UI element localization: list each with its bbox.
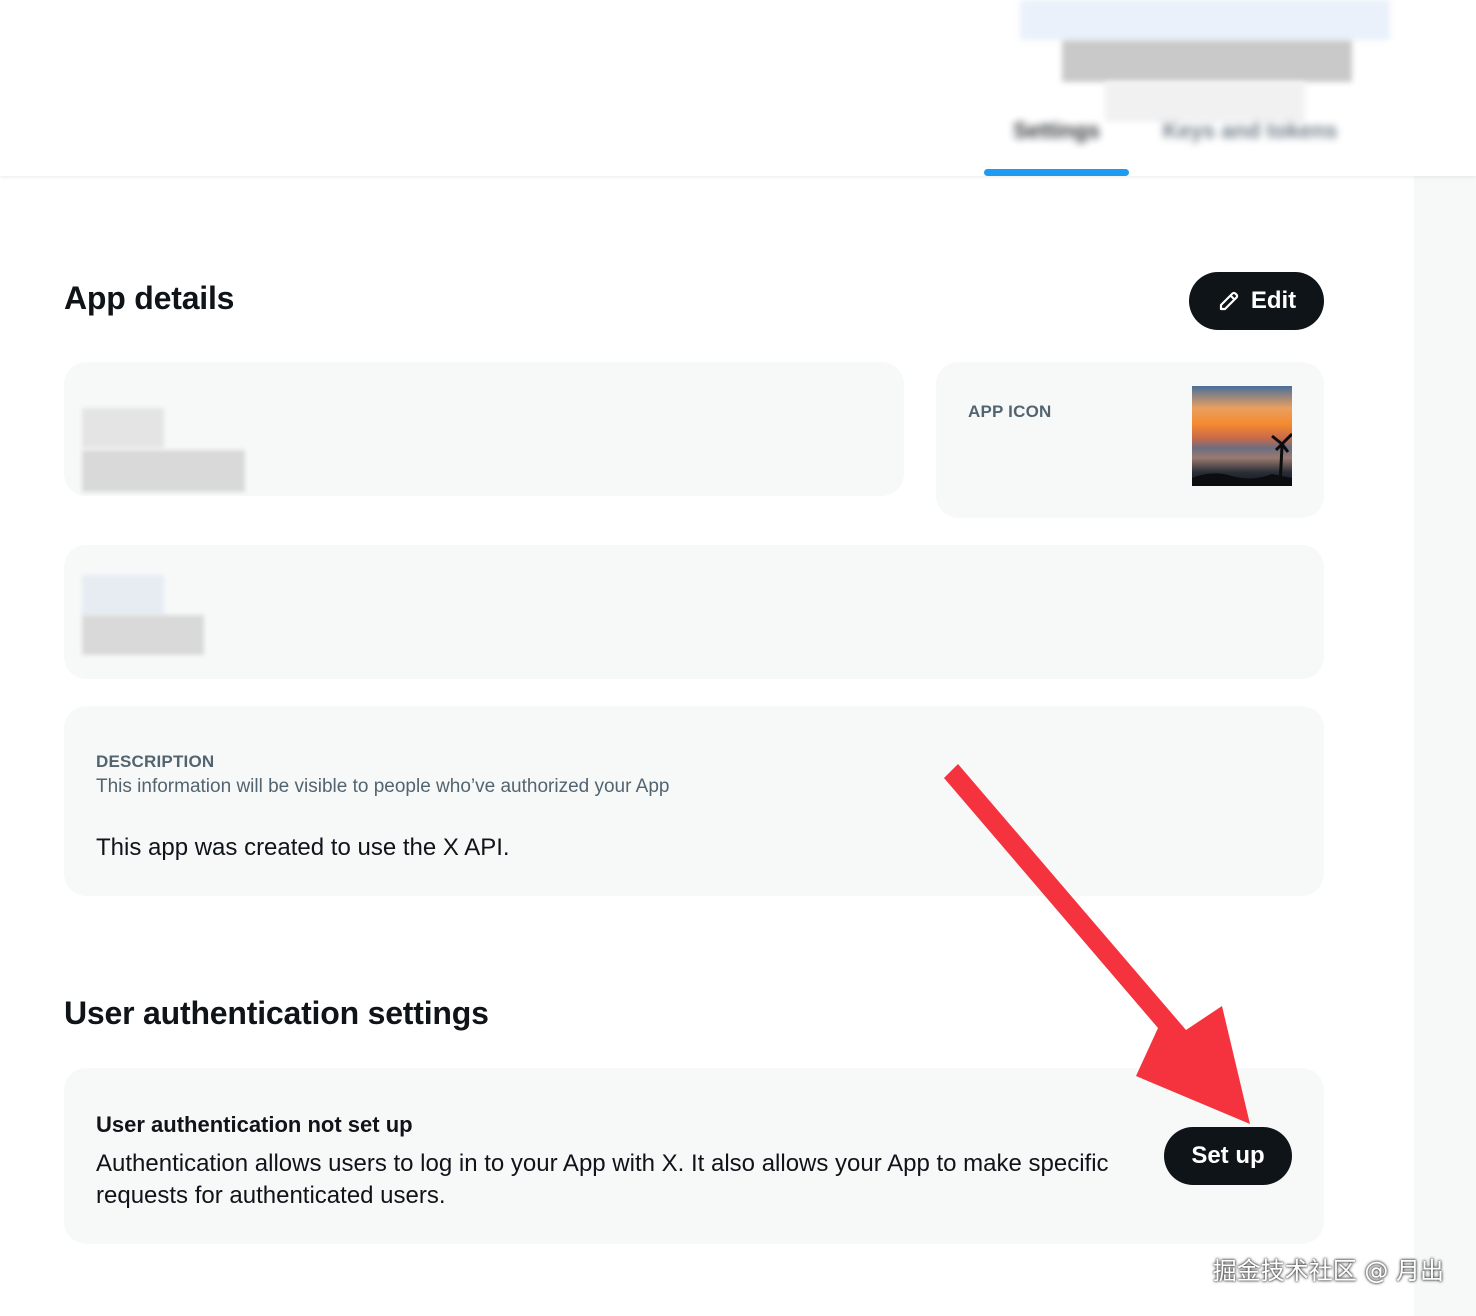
description-label: DESCRIPTION: [96, 752, 215, 771]
blurred-app-name: [1062, 40, 1352, 82]
blurred-field-value: [82, 615, 204, 655]
watermark: 掘金技术社区 @ 月出: [1212, 1257, 1444, 1285]
blurred-field-label: [82, 575, 164, 615]
app-icon-card: APP ICON: [936, 362, 1324, 518]
blurred-field-label: [82, 408, 164, 448]
set-up-button[interactable]: Set up: [1164, 1127, 1292, 1185]
app-icon-label: APP ICON: [968, 402, 1052, 421]
edit-button[interactable]: Edit: [1189, 272, 1324, 330]
user-auth-title: User authentication settings: [64, 995, 489, 1031]
app-icon-image[interactable]: [1192, 386, 1292, 486]
app-details-title: App details: [64, 280, 235, 316]
active-tab-indicator: [984, 169, 1129, 176]
tab-settings[interactable]: Settings: [984, 118, 1129, 158]
user-auth-card-body: Authentication allows users to log in to…: [96, 1150, 1109, 1209]
right-rail: [1414, 176, 1476, 1316]
pencil-icon: [1219, 291, 1238, 311]
set-up-button-label: Set up: [1191, 1142, 1265, 1169]
blurred-app-name-shade: [1105, 82, 1305, 122]
blurred-app-banner: [1020, 0, 1390, 40]
page-header: Settings Keys and tokens: [0, 0, 1476, 176]
tab-keys-and-tokens[interactable]: Keys and tokens: [1145, 118, 1355, 158]
description-value: This app was created to use the X API.: [96, 834, 510, 861]
app-name-card: [64, 362, 904, 496]
palm-trees-icon: [1192, 432, 1292, 486]
edit-button-label: Edit: [1250, 287, 1297, 314]
app-url-card: [64, 545, 1324, 679]
description-hint: This information will be visible to peop…: [96, 776, 670, 797]
description-card: DESCRIPTION This information will be vis…: [64, 706, 1324, 896]
user-auth-card-title: User authentication not set up: [96, 1112, 413, 1137]
blurred-field-value: [82, 450, 245, 492]
user-auth-card: User authentication not set up Authentic…: [64, 1068, 1324, 1244]
